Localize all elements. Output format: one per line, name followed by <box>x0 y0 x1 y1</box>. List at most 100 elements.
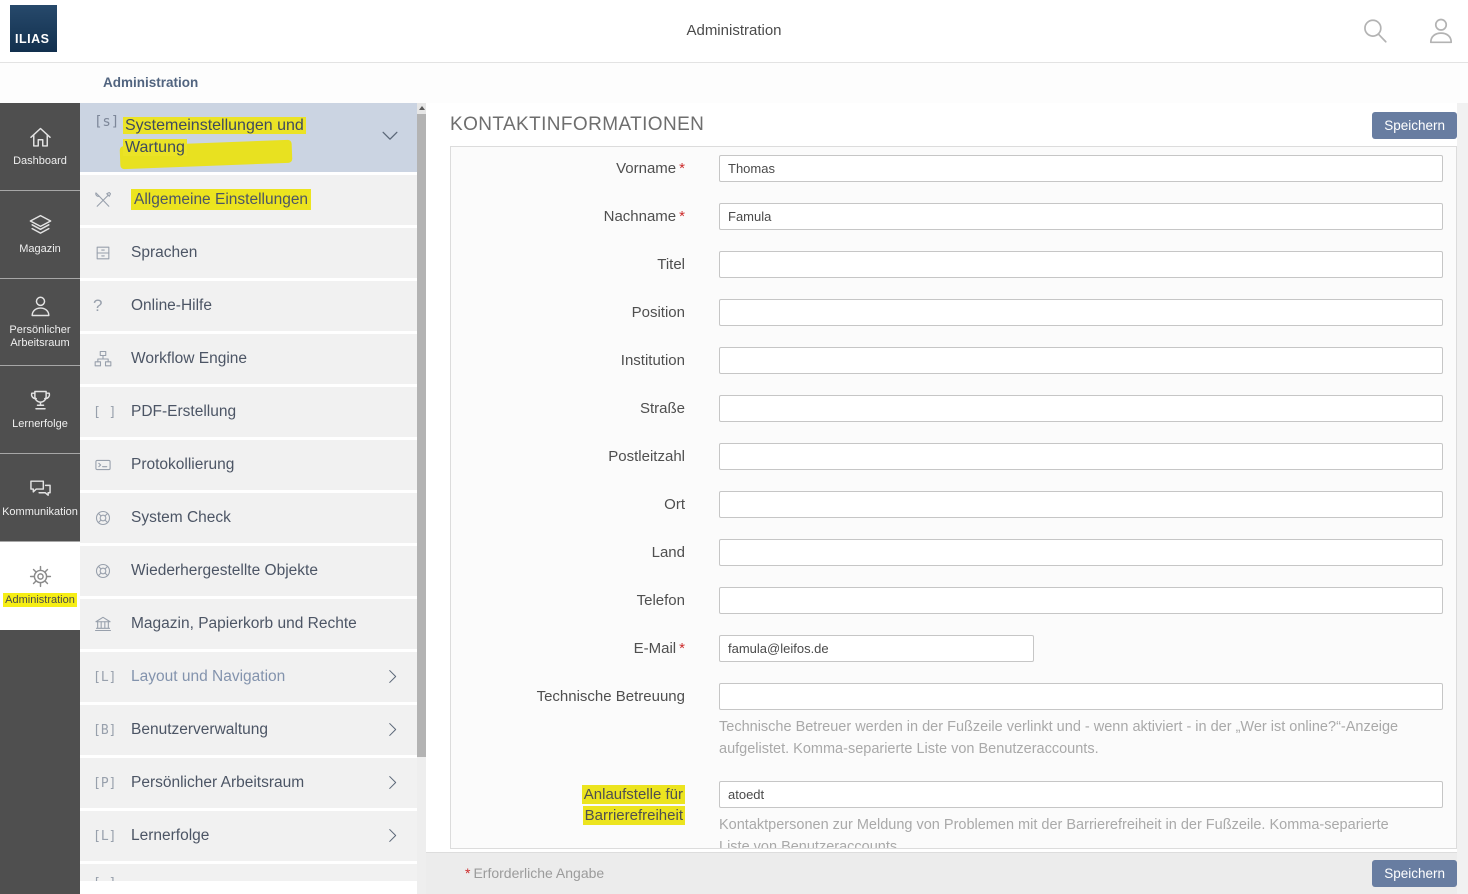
sidebar-item-item[interactable]: [ ] <box>80 864 417 881</box>
form-row-land: Land <box>451 539 1456 566</box>
question-icon: ? <box>93 296 123 316</box>
home-icon <box>27 124 54 152</box>
sidebar-item-allgemeine-einstellungen[interactable]: Allgemeine Einstellungen <box>80 175 417 225</box>
rail-item-label: Lernerfolge <box>11 415 69 432</box>
sidebar-item-label: Persönlicher Arbeitsraum <box>131 774 304 792</box>
sidebar-item-protokollierung[interactable]: Protokollierung <box>80 440 417 490</box>
scrollbar-thumb[interactable] <box>417 114 426 757</box>
rail-item-label: Administration <box>2 591 78 608</box>
field-label: E-Mail* <box>451 635 685 662</box>
form-row-ort: Ort <box>451 491 1456 518</box>
brackets-icon: [ ] <box>93 876 123 881</box>
chevron-right-icon <box>383 667 402 691</box>
required-asterisk: * <box>679 208 685 225</box>
sidebar-item-label: Allgemeine Einstellungen <box>131 191 311 209</box>
field-label: Position <box>451 299 685 326</box>
required-asterisk: * <box>465 865 470 881</box>
chevron-right-icon <box>383 720 402 744</box>
form-row-vorname: Vorname* <box>451 155 1456 182</box>
institution-input[interactable] <box>719 347 1443 374</box>
sidebar-item-layout-und-navigation[interactable]: [L]Layout und Navigation <box>80 652 417 702</box>
person-icon <box>27 293 54 321</box>
form-row-nachname: Nachname* <box>451 203 1456 230</box>
sidebar-item-label: System Check <box>131 509 231 527</box>
field-help-text: Technische Betreuer werden in der Fußzei… <box>719 717 1419 760</box>
position-input[interactable] <box>719 299 1443 326</box>
sidebar-item-system-check[interactable]: System Check <box>80 493 417 543</box>
nachname-input[interactable] <box>719 203 1443 230</box>
sidebar-scrollbar <box>417 103 426 894</box>
save-button-bottom[interactable]: Speichern <box>1372 860 1457 887</box>
sidebar-item-label: Workflow Engine <box>131 350 247 368</box>
sidebar-item-benutzerverwaltung[interactable]: [B]Benutzerverwaltung <box>80 705 417 755</box>
rail-item-label: Persönlicher Arbeitsraum <box>0 321 80 352</box>
breadcrumb-link-administration[interactable]: Administration <box>103 75 198 90</box>
form-row-technische-betreuung: Technische Betreuung Technische Betreuer … <box>451 683 1456 760</box>
field-label: Anlaufstelle fürBarrierefreiheit <box>451 781 685 849</box>
rail-item-pers-nlicher-arbeitsraum[interactable]: Persönlicher Arbeitsraum <box>0 279 80 367</box>
search-icon[interactable] <box>1358 14 1392 48</box>
rail-item-lernerfolge[interactable]: Lernerfolge <box>0 366 80 454</box>
field-label: Postleitzahl <box>451 443 685 470</box>
sidebar-item-label: PDF-Erstellung <box>131 403 236 421</box>
chat-icon <box>27 475 54 503</box>
telefon-input[interactable] <box>719 587 1443 614</box>
required-asterisk: * <box>679 160 685 177</box>
required-asterisk: * <box>679 640 685 657</box>
user-icon[interactable] <box>1424 14 1458 48</box>
rail-item-label: Magazin <box>18 240 62 257</box>
field-label: Telefon <box>451 587 685 614</box>
sidebar-item-pdf-erstellung[interactable]: [ ] PDF-Erstellung <box>80 387 417 437</box>
sidebar-item-label: Magazin, Papierkorb und Rechte <box>131 615 357 633</box>
field-label: Technische Betreuung <box>451 683 685 760</box>
sidebar-item-label: Benutzerverwaltung <box>131 721 268 739</box>
scroll-up-arrow[interactable] <box>417 103 426 114</box>
sidebar-item-online-hilfe[interactable]: ?Online-Hilfe <box>80 281 417 331</box>
sidebar-item-wiederhergestellte-objekte[interactable]: Wiederhergestellte Objekte <box>80 546 417 596</box>
rail-item-dashboard[interactable]: Dashboard <box>0 103 80 191</box>
land-input[interactable] <box>719 539 1443 566</box>
breadcrumb: Administration <box>0 63 1468 103</box>
top-bar: ILIAS Administration <box>0 0 1468 63</box>
technische-betreuung-input[interactable] <box>719 683 1443 710</box>
main-icon-rail: Dashboard Magazin Persönlicher Arbeitsraum… <box>0 103 80 894</box>
anlaufstelle-f-r-barrierefreiheit-input[interactable] <box>719 781 1443 808</box>
sidebar-header-label: Systemeinstellungen und Wartung <box>123 115 306 159</box>
sidebar-item-pers-nlicher-arbeitsraum[interactable]: [P]Persönlicher Arbeitsraum <box>80 758 417 808</box>
main-panel: KONTAKTINFORMATIONEN Speichern Vorname* N… <box>426 103 1457 894</box>
stra-e-input[interactable] <box>719 395 1443 422</box>
chevron-right-icon <box>383 826 402 850</box>
workflow-icon <box>93 349 123 369</box>
field-label: Institution <box>451 347 685 374</box>
e-mail-input[interactable] <box>719 635 1034 662</box>
field-help-text: Kontaktpersonen zur Meldung von Probleme… <box>719 815 1419 849</box>
titel-input[interactable] <box>719 251 1443 278</box>
sidebar-item-lernerfolge[interactable]: [L]Lernerfolge <box>80 811 417 861</box>
sidebar-header-systemeinstellungen[interactable]: [s] Systemeinstellungen und Wartung <box>80 103 417 172</box>
sidebar-item-workflow-engine[interactable]: Workflow Engine <box>80 334 417 384</box>
sidebar-item-magazin-papierkorb-und-rechte[interactable]: Magazin, Papierkorb und Rechte <box>80 599 417 649</box>
field-label: Vorname* <box>451 155 685 182</box>
postleitzahl-input[interactable] <box>719 443 1443 470</box>
bracket-l-icon: [L] <box>93 670 123 685</box>
bracket-l-icon: [L] <box>93 829 123 844</box>
chevron-right-icon <box>383 773 402 797</box>
lifesaver-icon <box>93 561 123 581</box>
ort-input[interactable] <box>719 491 1443 518</box>
form-row-institution: Institution <box>451 347 1456 374</box>
brackets-icon: [ ] <box>93 405 123 420</box>
tools-icon <box>93 190 123 210</box>
content-region: Dashboard Magazin Persönlicher Arbeitsraum… <box>0 103 1468 894</box>
rail-item-kommunikation[interactable]: Kommunikation <box>0 454 80 542</box>
required-note: *Erforderliche Angabe <box>465 853 604 894</box>
section-heading: KONTAKTINFORMATIONEN <box>450 114 704 136</box>
bracket-s-icon: [s] <box>94 114 119 130</box>
vorname-input[interactable] <box>719 155 1443 182</box>
form-footer: *Erforderliche Angabe Speichern <box>426 852 1468 894</box>
layers-icon <box>27 212 54 240</box>
rail-item-administration[interactable]: Administration <box>0 542 80 630</box>
rail-item-magazin[interactable]: Magazin <box>0 191 80 279</box>
field-label: Ort <box>451 491 685 518</box>
sidebar-item-sprachen[interactable]: Sprachen <box>80 228 417 278</box>
save-button-top[interactable]: Speichern <box>1372 112 1457 139</box>
